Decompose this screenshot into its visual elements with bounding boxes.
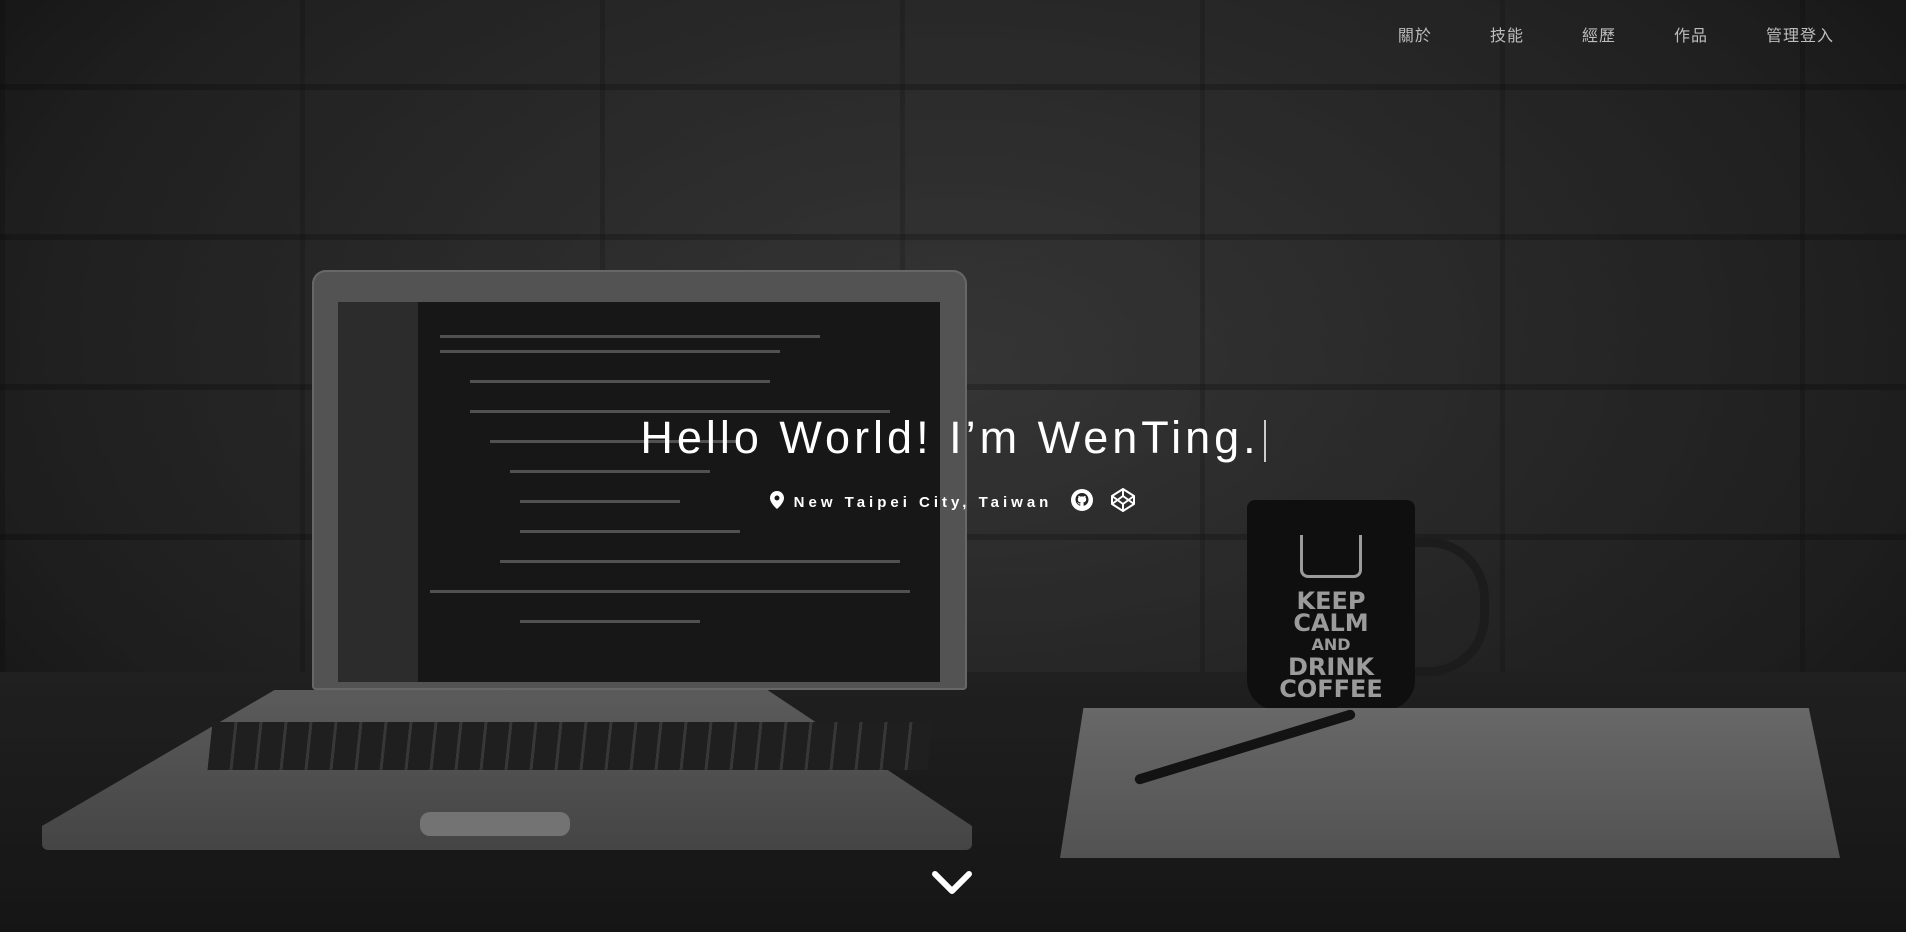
hero-info-row: New Taipei City, Taiwan [0, 487, 1906, 518]
chevron-down-icon [927, 871, 977, 906]
nav-item-experience[interactable]: 經歷 [1582, 22, 1616, 46]
top-nav: 關於 技能 經歷 作品 管理登入 [1398, 22, 1834, 46]
dark-overlay [0, 0, 1906, 932]
scroll-down-button[interactable] [927, 862, 977, 902]
hero-headline-text: Hello World! I’m WenTing. [640, 412, 1260, 463]
nav-item-works[interactable]: 作品 [1674, 22, 1708, 46]
hero-headline: Hello World! I’m WenTing. [0, 412, 1906, 464]
github-icon[interactable] [1070, 488, 1094, 517]
map-pin-icon [769, 491, 784, 514]
codepen-icon[interactable] [1110, 487, 1136, 518]
location-text: New Taipei City, Taiwan [793, 494, 1053, 511]
typing-cursor [1263, 420, 1266, 463]
nav-item-admin-login[interactable]: 管理登入 [1766, 22, 1834, 46]
nav-item-about[interactable]: 關於 [1398, 22, 1432, 46]
nav-item-skills[interactable]: 技能 [1490, 22, 1524, 46]
hero-section: KEEP CALM AND DRINK COFFEE 關於 技能 經歷 作品 管… [0, 0, 1906, 932]
